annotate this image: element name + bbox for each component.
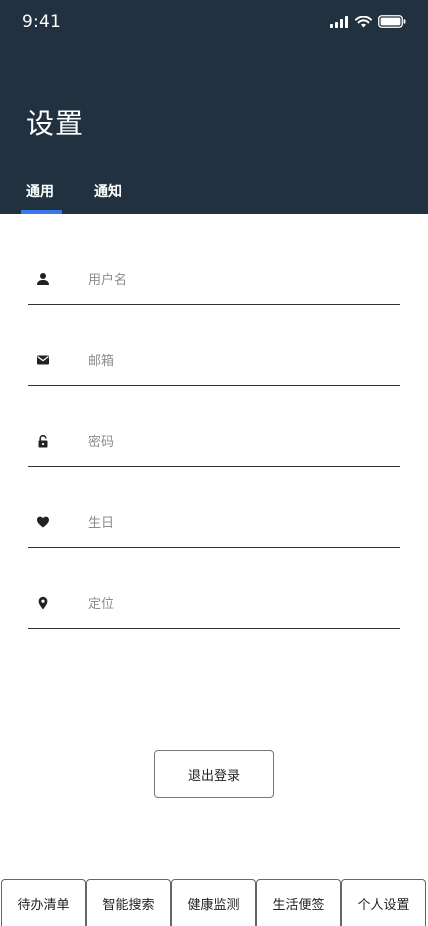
status-icons	[330, 13, 406, 32]
logout-button[interactable]: 退出登录	[154, 750, 274, 798]
battery-icon	[378, 13, 406, 32]
birthday-input[interactable]	[88, 511, 388, 535]
nav-item-smart-search[interactable]: 智能搜索	[86, 879, 171, 926]
wifi-icon	[355, 13, 372, 32]
mail-icon	[36, 353, 50, 367]
nav-item-life-notes[interactable]: 生活便签	[256, 879, 341, 926]
password-field-row	[28, 386, 400, 467]
location-input[interactable]	[88, 592, 388, 616]
status-time: 9:41	[22, 12, 61, 32]
nav-item-health-monitor[interactable]: 健康监测	[171, 879, 256, 926]
active-tab-indicator	[21, 210, 62, 214]
birthday-field-row	[28, 467, 400, 548]
location-pin-icon	[36, 596, 50, 610]
location-field-row	[28, 548, 400, 629]
header: 9:41 设置 通用 通知	[0, 0, 428, 214]
nav-item-personal-settings[interactable]: 个人设置	[341, 879, 426, 926]
lock-icon	[36, 434, 50, 448]
page-title: 设置	[26, 107, 85, 140]
username-field-row	[28, 224, 400, 305]
status-bar: 9:41	[0, 0, 428, 44]
settings-form	[28, 224, 400, 629]
bottom-nav: 待办清单 智能搜索 健康监测 生活便签 个人设置	[1, 879, 427, 926]
email-input[interactable]	[88, 349, 388, 373]
cellular-signal-icon	[330, 13, 349, 32]
nav-item-todo-list[interactable]: 待办清单	[1, 879, 86, 926]
username-input[interactable]	[88, 268, 388, 292]
email-field-row	[28, 305, 400, 386]
tab-notifications[interactable]: 通知	[94, 178, 122, 214]
heart-icon	[36, 515, 50, 529]
tab-bar: 通用 通知	[0, 178, 122, 214]
tab-general[interactable]: 通用	[26, 178, 54, 214]
password-input[interactable]	[88, 430, 388, 454]
user-icon	[36, 272, 50, 286]
